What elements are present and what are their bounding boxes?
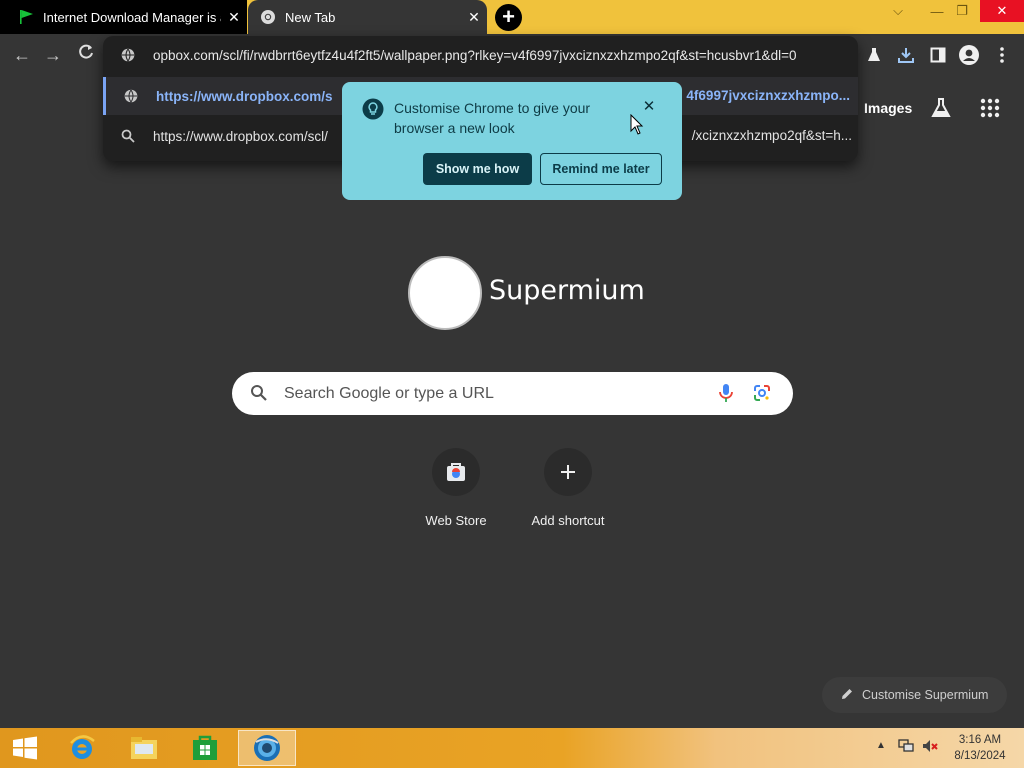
address-bar[interactable]: opbox.com/scl/fi/rwdbrrt6eytfz4u4f2ft5/w… — [103, 36, 858, 74]
suggestion-url-tail: 4f6997jvxciznxzxhzmpo... — [686, 88, 850, 103]
idm-flag-icon — [20, 10, 33, 24]
microphone-icon[interactable] — [718, 383, 734, 408]
labs-icon[interactable] — [930, 97, 952, 124]
network-icon[interactable] — [898, 739, 914, 756]
search-icon — [250, 384, 268, 407]
customise-chrome-bubble: Customise Chrome to give your browser a … — [342, 82, 682, 200]
images-link[interactable]: Images — [864, 100, 912, 116]
restore-button[interactable]: ❐ — [945, 0, 979, 22]
bubble-message: Customise Chrome to give your browser a … — [394, 100, 591, 136]
shortcut-label: Web Store — [425, 513, 487, 528]
logo — [408, 256, 482, 330]
windows-logo-icon — [13, 736, 37, 760]
mouse-cursor-icon — [630, 113, 644, 141]
tray-chevron-icon[interactable]: ▲ — [876, 740, 886, 751]
customise-supermium-button[interactable]: Customise Supermium — [822, 677, 1007, 713]
reload-icon — [79, 44, 93, 59]
shortcut-web-store[interactable]: Web Store — [401, 448, 511, 528]
supermium-taskbar-icon[interactable] — [238, 730, 296, 766]
clock-time: 3:16 AM — [958, 734, 1002, 746]
tab-title: Internet Download Manager is a — [43, 9, 221, 25]
title-bar: Internet Download Manager is a ✕ New Tab… — [0, 0, 1024, 34]
tab-new-tab[interactable]: New Tab ✕ — [248, 0, 487, 34]
file-explorer-icon[interactable] — [122, 730, 166, 766]
logo-text: Supermium — [489, 275, 645, 306]
remind-me-later-button[interactable]: Remind me later — [540, 153, 662, 185]
search-icon — [103, 129, 153, 143]
side-panel-icon[interactable] — [926, 43, 950, 67]
volume-muted-icon[interactable] — [922, 739, 938, 756]
customise-label: Customise Supermium — [862, 688, 989, 702]
reload-button[interactable] — [74, 43, 98, 67]
store-icon[interactable] — [183, 730, 227, 766]
tab-title: New Tab — [285, 9, 336, 25]
new-tab-button[interactable]: + — [495, 4, 522, 31]
chrome-icon — [261, 10, 275, 24]
pencil-icon — [840, 687, 854, 704]
back-button[interactable]: ← — [10, 43, 34, 67]
start-button[interactable] — [6, 730, 44, 766]
suggestion-url-text: https://www.dropbox.com/s — [156, 88, 333, 104]
show-me-how-button[interactable]: Show me how — [423, 153, 532, 185]
labs-icon[interactable] — [862, 43, 886, 67]
forward-button[interactable]: → — [41, 43, 65, 67]
tab-idm[interactable]: Internet Download Manager is a ✕ — [0, 0, 247, 34]
tab-close-icon[interactable]: ✕ — [461, 9, 487, 26]
download-icon[interactable] — [894, 43, 918, 67]
ntp-search-input[interactable] — [284, 380, 704, 408]
taskbar: ▲ 3:16 AM 8/13/2024 — [0, 728, 1024, 768]
tab-close-icon[interactable]: ✕ — [221, 9, 247, 26]
profile-avatar-icon[interactable] — [957, 43, 981, 67]
menu-kebab-icon[interactable] — [990, 43, 1014, 67]
shortcut-label: Add shortcut — [531, 513, 605, 528]
plus-icon — [544, 448, 592, 496]
google-lens-icon[interactable] — [753, 384, 771, 407]
internet-explorer-icon[interactable] — [60, 730, 104, 766]
globe-icon — [106, 89, 156, 103]
window-close-button[interactable]: ✕ — [980, 0, 1024, 22]
globe-icon — [103, 48, 153, 62]
address-input[interactable]: opbox.com/scl/fi/rwdbrrt6eytfz4u4f2ft5/w… — [153, 48, 796, 63]
suggestion-search-text: https://www.dropbox.com/scl/ — [153, 128, 328, 144]
clock-date: 8/13/2024 — [954, 750, 1006, 762]
suggestion-search-tail: /xciznxzxhzmpo2qf&st=h... — [691, 128, 852, 143]
lightbulb-icon — [362, 98, 384, 125]
ntp-search-box[interactable] — [232, 372, 793, 415]
apps-grid-icon[interactable] — [979, 97, 1001, 124]
web-store-icon — [432, 448, 480, 496]
system-clock[interactable]: 3:16 AM 8/13/2024 — [944, 732, 1016, 764]
chevron-down-icon[interactable]: ⌵ — [881, 0, 915, 22]
shortcut-add[interactable]: Add shortcut — [513, 448, 623, 528]
